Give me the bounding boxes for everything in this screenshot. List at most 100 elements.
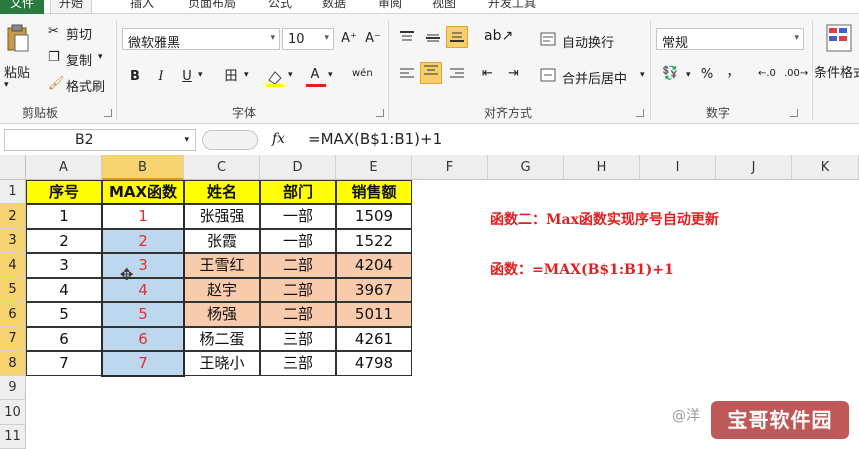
tab-file[interactable]: 文件	[0, 0, 44, 14]
tab-formulas[interactable]: 公式	[268, 0, 292, 14]
formula-input[interactable]: =MAX(B$1:B1)+1	[308, 130, 442, 148]
tab-data[interactable]: 数据	[322, 0, 346, 14]
table-cell[interactable]: 3	[26, 253, 102, 278]
table-cell[interactable]: 4261	[336, 327, 412, 351]
copy-icon[interactable]: ❐	[48, 50, 60, 65]
percent-button[interactable]: %	[696, 64, 718, 86]
font-color-button[interactable]: A	[304, 64, 326, 86]
row-header-9[interactable]: 9	[0, 376, 26, 400]
cut-button[interactable]: 剪切	[66, 24, 92, 43]
header-cell-c1[interactable]: 姓名	[184, 180, 260, 204]
insert-function-button[interactable]: fx	[272, 131, 285, 147]
merge-center-button[interactable]: 合并后居中	[562, 68, 627, 87]
copy-dropdown-icon[interactable]: ▾	[98, 52, 103, 62]
table-cell[interactable]: 6	[102, 327, 184, 351]
tab-view[interactable]: 视图	[432, 0, 456, 14]
table-cell[interactable]: 一部	[260, 204, 336, 229]
table-cell[interactable]: 4	[26, 278, 102, 302]
format-painter-button[interactable]: 格式刷	[66, 76, 105, 95]
table-cell[interactable]: 三部	[260, 351, 336, 376]
formula-bar-splitter[interactable]	[202, 130, 258, 150]
column-header-a[interactable]: A	[26, 155, 102, 180]
tab-home[interactable]: 开始	[50, 0, 93, 14]
table-cell[interactable]: 赵宇	[184, 278, 260, 302]
column-header-i[interactable]: I	[640, 155, 716, 180]
fill-color-icon[interactable]	[264, 68, 286, 91]
column-header-j[interactable]: J	[716, 155, 792, 180]
header-cell-a1[interactable]: 序号	[26, 180, 102, 204]
column-header-d[interactable]: D	[260, 155, 336, 180]
column-header-h[interactable]: H	[564, 155, 640, 180]
shrink-font-button[interactable]: A⁻	[362, 28, 384, 50]
decrease-decimal-icon[interactable]: .00→	[784, 68, 808, 79]
table-cell[interactable]: 5	[26, 302, 102, 327]
table-cell[interactable]: 杨二蛋	[184, 327, 260, 351]
table-cell[interactable]: 张霞	[184, 229, 260, 253]
table-cell[interactable]: 5	[102, 302, 184, 327]
copy-button[interactable]: 复制	[66, 50, 92, 69]
currency-dropdown-icon[interactable]: ▾	[686, 70, 691, 80]
table-cell[interactable]: 王雪红	[184, 253, 260, 278]
font-name-select[interactable]: 微软雅黑 ▾	[122, 28, 280, 51]
table-cell[interactable]: 2	[102, 229, 184, 253]
font-size-select[interactable]: 10 ▾	[282, 28, 334, 50]
table-cell[interactable]: 二部	[260, 253, 336, 278]
tab-page-layout[interactable]: 页面布局	[188, 0, 236, 14]
row-header-4[interactable]: 4	[0, 253, 26, 278]
tab-developer[interactable]: 开发工具	[488, 0, 536, 14]
row-header-2[interactable]: 2	[0, 204, 26, 229]
table-cell[interactable]: 王晓小	[184, 351, 260, 376]
table-cell[interactable]: 7	[26, 351, 102, 376]
table-cell[interactable]: 7	[102, 351, 184, 376]
table-cell[interactable]: 3967	[336, 278, 412, 302]
currency-icon[interactable]: 💱	[662, 66, 678, 81]
underline-dropdown-icon[interactable]: ▾	[198, 70, 203, 80]
table-cell[interactable]: 杨强	[184, 302, 260, 327]
wrap-text-button[interactable]: 自动换行	[562, 32, 614, 51]
border-dropdown-icon[interactable]: ▾	[244, 70, 249, 80]
paste-icon[interactable]	[6, 24, 30, 54]
align-middle-icon[interactable]	[424, 30, 442, 49]
paste-button[interactable]: 粘贴	[4, 62, 30, 81]
column-header-k[interactable]: K	[792, 155, 859, 180]
conditional-format-icon[interactable]	[826, 24, 852, 57]
increase-decimal-icon[interactable]: ←.0	[758, 68, 776, 79]
align-center-button[interactable]	[420, 62, 442, 84]
column-header-c[interactable]: C	[184, 155, 260, 180]
note-title[interactable]: 函数二：Max函数实现序号自动更新	[490, 209, 719, 229]
paste-dropdown-icon[interactable]: ▾	[4, 80, 9, 90]
column-header-e[interactable]: E	[336, 155, 412, 180]
align-right-icon[interactable]	[448, 66, 466, 85]
tab-insert[interactable]: 插入	[130, 0, 154, 14]
italic-button[interactable]: I	[150, 66, 172, 88]
table-cell[interactable]: 一部	[260, 229, 336, 253]
underline-button[interactable]: U	[176, 66, 198, 88]
conditional-format-button[interactable]: 条件格式	[814, 62, 859, 81]
alignment-launcher-icon[interactable]	[636, 109, 644, 117]
align-bottom-button[interactable]	[446, 26, 468, 48]
comma-button[interactable]: ，	[722, 62, 744, 84]
row-header-7[interactable]: 7	[0, 327, 26, 351]
table-cell[interactable]: 4	[102, 278, 184, 302]
align-top-icon[interactable]	[398, 30, 416, 49]
table-cell[interactable]: 1522	[336, 229, 412, 253]
wrap-text-icon[interactable]	[540, 32, 556, 49]
table-cell[interactable]: 张强强	[184, 204, 260, 229]
header-cell-b1[interactable]: MAX函数	[102, 180, 184, 204]
number-format-select[interactable]: 常规 ▾	[656, 28, 804, 51]
header-cell-e1[interactable]: 销售额	[336, 180, 412, 204]
decrease-indent-icon[interactable]: ⇤	[482, 66, 493, 81]
table-cell[interactable]: 三部	[260, 327, 336, 351]
number-launcher-icon[interactable]	[790, 109, 798, 117]
merge-center-icon[interactable]	[540, 68, 556, 85]
bold-button[interactable]: B	[124, 66, 146, 88]
table-cell[interactable]: 1509	[336, 204, 412, 229]
table-cell[interactable]: 5011	[336, 302, 412, 327]
name-box[interactable]: B2 ▾	[4, 129, 196, 151]
table-cell[interactable]: 二部	[260, 302, 336, 327]
increase-indent-icon[interactable]: ⇥	[508, 66, 519, 81]
row-header-8[interactable]: 8	[0, 351, 26, 376]
orientation-icon[interactable]: ab↗	[484, 28, 513, 44]
table-cell[interactable]: 4204	[336, 253, 412, 278]
fill-dropdown-icon[interactable]: ▾	[288, 70, 293, 80]
